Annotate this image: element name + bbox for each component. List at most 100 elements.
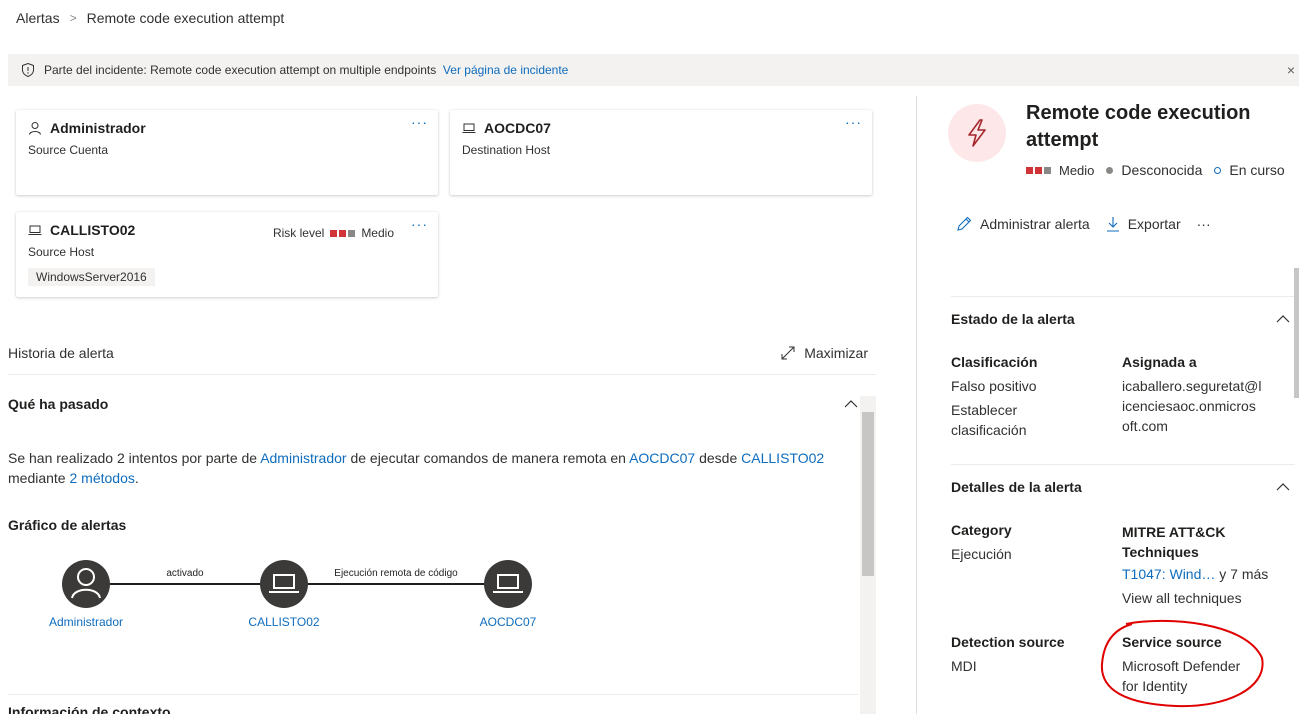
- alert-history-header: Historia de alerta Maximizar: [8, 345, 876, 375]
- node-label-administrador[interactable]: Administrador: [49, 615, 123, 629]
- story-link-methods[interactable]: 2 métodos: [69, 470, 134, 486]
- alert-title: Remote code execution attempt: [1026, 102, 1251, 151]
- context-section-label: Información de contexto: [8, 706, 171, 714]
- risk-label: Risk level: [272, 226, 325, 240]
- classification-value: Falso positivo: [951, 378, 1037, 394]
- incident-banner: Parte del incidente: Remote code executi…: [8, 54, 1299, 86]
- alert-state-title: Estado de la alerta: [951, 311, 1075, 327]
- node-label-aocdc07[interactable]: AOCDC07: [480, 615, 537, 629]
- story-link-account[interactable]: Administrador: [260, 450, 346, 466]
- section-divider: [951, 464, 1295, 465]
- severity-bars-icon: [1026, 166, 1051, 174]
- determination-label: Desconocida: [1121, 162, 1203, 178]
- chevron-up-icon[interactable]: [1276, 312, 1290, 326]
- entity-card-destination-host[interactable]: AOCDC07 Destination Host ···: [450, 110, 872, 195]
- source-host-name: CALLISTO02: [50, 222, 136, 238]
- graph-node-callisto02[interactable]: [260, 560, 308, 608]
- chevron-right-icon: >: [69, 11, 77, 25]
- alert-story: Se han realizado 2 intentos por parte de…: [8, 448, 848, 488]
- card-title: AOCDC07: [462, 120, 551, 136]
- category-label: Category: [951, 522, 1012, 538]
- assigned-value: icaballero.seguretat@licenciesaoc.onmicr…: [1122, 378, 1262, 434]
- detection-source-value: MDI: [951, 658, 977, 674]
- manage-alert-button[interactable]: Administrar alerta: [956, 216, 1090, 232]
- export-label: Exportar: [1127, 216, 1181, 232]
- breadcrumb: Alertas > Remote code execution attempt: [16, 10, 284, 26]
- chevron-up-icon[interactable]: [1276, 480, 1290, 494]
- status-label: En curso: [1229, 162, 1285, 178]
- banner-prefix: Parte del incidente:: [44, 63, 147, 77]
- scrollbar-thumb[interactable]: [862, 412, 874, 576]
- mitre-label: MITRE ATT&CK Techniques: [1122, 524, 1226, 560]
- breadcrumb-alerts[interactable]: Alertas: [16, 10, 60, 26]
- entity-card-source-host[interactable]: CALLISTO02 Risk level Medio Source Host …: [16, 212, 438, 297]
- card-title: CALLISTO02: [28, 222, 135, 238]
- source-host-role: Source Host: [28, 245, 95, 259]
- account-role: Source Cuenta: [28, 143, 109, 157]
- account-name: Administrador: [50, 120, 146, 136]
- more-actions-icon[interactable]: ···: [1197, 216, 1211, 232]
- story-text: mediante: [8, 470, 70, 486]
- story-text: de ejecutar comandos de manera remota en: [346, 450, 630, 466]
- alert-graph: activado Ejecución remota de código Admi…: [49, 560, 537, 629]
- view-incident-link[interactable]: Ver página de incidente: [443, 63, 568, 77]
- story-link-dest-host[interactable]: AOCDC07: [629, 450, 695, 466]
- card-title: Administrador: [28, 120, 146, 136]
- assigned-label: Asignada a: [1122, 354, 1197, 370]
- maximize-button[interactable]: Maximizar: [780, 345, 868, 361]
- graph-node-aocdc07[interactable]: [484, 560, 532, 608]
- node-label-callisto02[interactable]: CALLISTO02: [248, 615, 319, 629]
- story-text: Se han realizado 2 intentos por parte de: [8, 450, 261, 466]
- banner-incident-name: Remote code execution attempt on multipl…: [150, 63, 437, 77]
- context-section-title: Información de contexto: [8, 706, 848, 714]
- classification-label: Clasificación: [951, 354, 1038, 370]
- laptop-icon: [462, 123, 476, 133]
- risk-value: Medio: [361, 226, 394, 240]
- story-link-source-host[interactable]: CALLISTO02: [741, 450, 824, 466]
- laptop-icon: [28, 225, 42, 235]
- detection-source-label: Detection source: [951, 634, 1065, 650]
- expand-icon: [781, 346, 795, 360]
- export-button[interactable]: Exportar: [1106, 216, 1181, 232]
- severity-bars-icon: [330, 229, 356, 237]
- alert-actions-toolbar: Administrar alerta Exportar ···: [956, 216, 1211, 232]
- category-value: Ejecución: [951, 546, 1012, 562]
- alert-graph-title: Gráfico de alertas: [8, 517, 127, 533]
- mitre-technique-link[interactable]: T1047: Wind…: [1122, 566, 1215, 582]
- what-happened-title: Qué ha pasado: [8, 396, 109, 412]
- entity-card-account[interactable]: Administrador Source Cuenta ···: [16, 110, 438, 195]
- maximize-label: Maximizar: [804, 345, 868, 361]
- dest-host-role: Destination Host: [462, 143, 551, 157]
- pencil-icon: [957, 216, 972, 231]
- alert-history-title: Historia de alerta: [8, 345, 114, 361]
- set-classification-link[interactable]: Establecer clasificación: [951, 400, 1061, 440]
- panel-divider: [916, 96, 917, 714]
- edge-label-activated: activado: [166, 568, 204, 579]
- determination-dot-icon: [1106, 166, 1114, 174]
- breadcrumb-current: Remote code execution attempt: [86, 10, 285, 26]
- annotation-ellipse: [1100, 619, 1264, 708]
- manage-alert-label: Administrar alerta: [980, 216, 1090, 232]
- graph-node-administrador[interactable]: [62, 560, 110, 608]
- shield-icon: [22, 62, 34, 78]
- alert-status-row: Medio Desconocida En curso: [1026, 162, 1285, 178]
- status-circle-icon: [1214, 166, 1222, 174]
- more-options-icon[interactable]: ···: [411, 216, 428, 232]
- dest-host-name: AOCDC07: [484, 120, 551, 136]
- risk-level: Risk level Medio: [273, 226, 394, 240]
- os-tag: WindowsServer2016: [28, 268, 155, 286]
- edge-label-remote-exec: Ejecución remota de código: [334, 568, 458, 579]
- more-options-icon[interactable]: ···: [845, 114, 862, 130]
- alert-type-badge: [948, 104, 1006, 162]
- close-icon[interactable]: ×: [1287, 62, 1295, 78]
- more-options-icon[interactable]: ···: [411, 114, 428, 130]
- section-divider: [951, 296, 1295, 297]
- section-divider: [8, 694, 858, 695]
- panel-scrollbar-thumb[interactable]: [1294, 268, 1299, 398]
- view-all-techniques-link[interactable]: View all techniques: [1122, 588, 1242, 608]
- person-icon: [29, 122, 41, 135]
- severity-label: Medio: [1059, 162, 1095, 178]
- chevron-up-icon[interactable]: [844, 397, 858, 411]
- lightning-icon: [968, 119, 986, 147]
- download-icon: [1106, 217, 1119, 232]
